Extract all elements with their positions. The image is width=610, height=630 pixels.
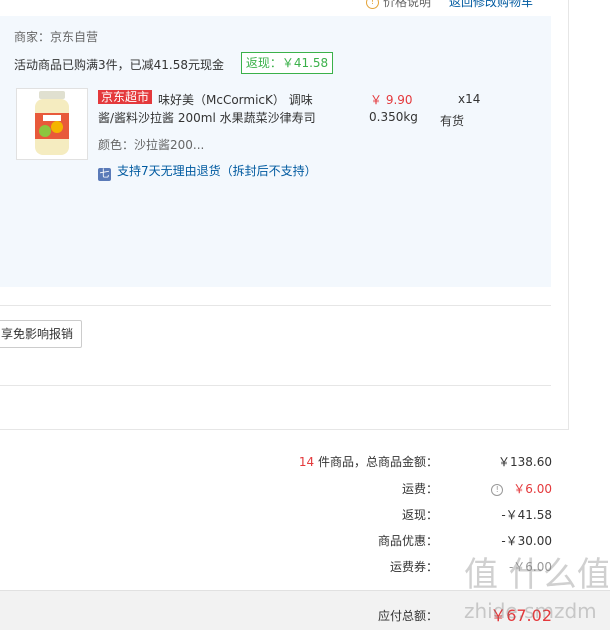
product-thumbnail[interactable] <box>16 88 88 160</box>
product-quantity: x14 <box>458 92 481 106</box>
top-links: ! 价格说明 返回修改购物车 <box>366 0 533 10</box>
shipping-label: 运费： <box>401 482 438 496</box>
shipping-coupon-amount: -￥6.00 <box>508 560 552 574</box>
return-policy-icon: 七 <box>98 168 111 181</box>
discount-amount: -￥30.00 <box>501 534 552 548</box>
shipping-amount: ￥6.00 <box>513 482 552 496</box>
return-policy[interactable]: 七支持7天无理由退货（拆封后不支持） <box>98 162 317 181</box>
cashback-amount: -￥41.58 <box>501 508 552 522</box>
stock-status: 有货 <box>440 114 465 128</box>
payable-total-label: 应付总额： <box>377 609 438 623</box>
item-count-suffix: 件商品，总商品金额： <box>314 455 438 469</box>
item-count: 14 <box>298 455 315 469</box>
cashback-badge: 返现：￥41.58 <box>241 52 333 74</box>
back-to-cart-link[interactable]: 返回修改购物车 <box>449 0 533 9</box>
info-icon: ! <box>366 0 379 9</box>
divider <box>0 305 551 306</box>
info-icon[interactable]: ! <box>491 483 504 496</box>
price-note-link[interactable]: 价格说明 <box>383 0 431 9</box>
jd-supermarket-tag: 京东超市 <box>98 90 153 104</box>
shipping-fee: ! ￥6.00 <box>472 480 552 497</box>
product-weight: 0.350kg <box>369 110 418 124</box>
exempt-reimbursement-button[interactable]: 享免影响报销 <box>0 320 83 348</box>
product-name-line1[interactable]: 味好美（McCormicK） 调味 <box>158 91 313 108</box>
shipping-coupon-label: 运费券： <box>389 560 438 574</box>
product-name-line2[interactable]: 酱/酱料沙拉酱 200ml 水果蔬菜沙律寿司 <box>98 109 316 126</box>
goods-total: ￥138.60 <box>498 455 552 469</box>
mayonnaise-jar-image <box>35 91 69 155</box>
item-count-label: 14 件商品，总商品金额： <box>238 453 438 470</box>
payable-total: ￥67.02 <box>490 606 552 625</box>
promo-text: 活动商品已购满3件，已减41.58元现金 <box>14 58 224 72</box>
product-color: 颜色：沙拉酱200... <box>98 138 205 152</box>
return-policy-text: 支持7天无理由退货（拆封后不支持） <box>117 164 317 178</box>
product-price: ￥ 9.90 <box>370 93 413 107</box>
discount-label: 商品优惠： <box>377 534 438 548</box>
divider <box>0 385 551 386</box>
merchant-name: 商家：京东自营 <box>14 30 99 44</box>
cashback-label: 返现： <box>401 508 438 522</box>
